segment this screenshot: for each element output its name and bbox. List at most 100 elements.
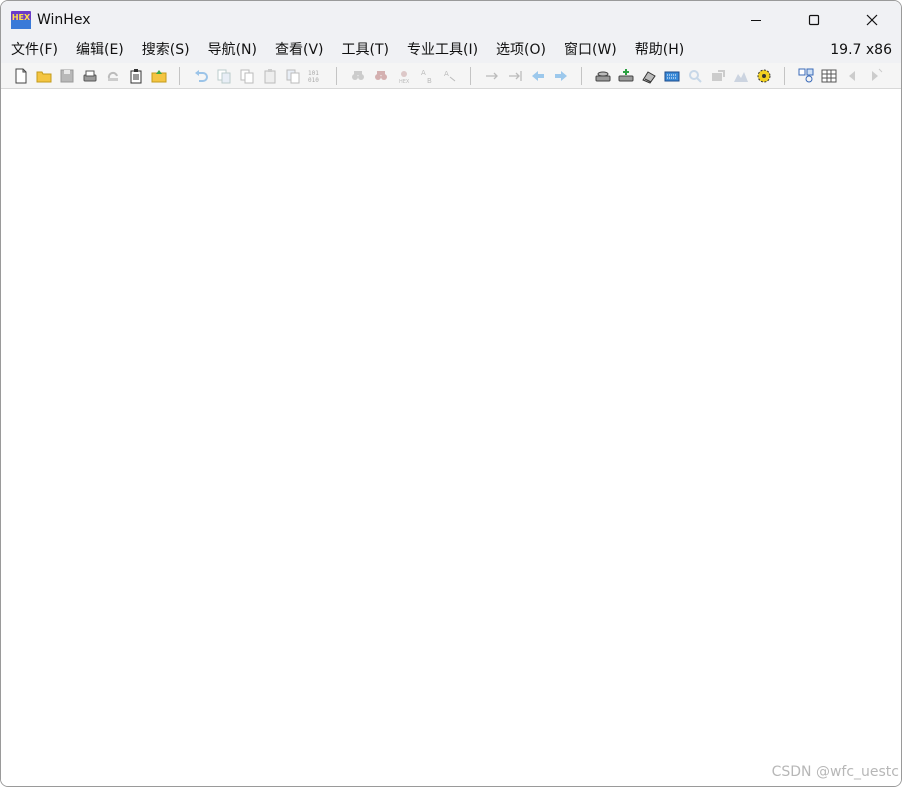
next-icon [871,68,882,81]
menu-file[interactable]: 文件(F) [1,38,67,63]
forward-icon [554,70,567,81]
goto-sector-icon [508,70,522,81]
menu-options[interactable]: 选项(O) [487,38,555,63]
toolbar-separator [470,66,471,85]
menu-navigation[interactable]: 导航(N) [199,38,266,63]
find-next-icon: A [444,70,455,81]
minimize-button[interactable] [727,1,785,38]
svg-text:A: A [421,69,426,77]
copy-button[interactable] [235,66,258,86]
version-label: 19.7 x86 [830,42,892,58]
open-memory-icon [641,70,656,84]
chart-icon [733,71,748,82]
binary-button[interactable]: 101 010 [304,66,327,86]
clone-disk-icon [618,68,633,81]
toolbar: 101 010 HEX AB A [1,63,901,89]
open-button[interactable] [32,66,55,86]
next-button[interactable] [863,66,886,86]
save-as-icon [83,70,96,81]
svg-text:A: A [444,70,449,78]
export-icon [151,69,166,82]
open-disk-icon [595,71,610,81]
paste-icon [264,68,275,83]
app-icon-text: HEX [12,13,31,22]
menu-bar: 文件(F) 编辑(E) 搜索(S) 导航(N) 查看(V) 工具(T) 专业工具… [1,38,901,63]
forward-button[interactable] [549,66,572,86]
binary-icon: 101010 [308,70,319,84]
analyze-button[interactable] [683,66,706,86]
back-button[interactable] [526,66,549,86]
save-button[interactable] [55,66,78,86]
svg-text:010: 010 [308,77,319,84]
export-button[interactable] [147,66,170,86]
toolbar-separator [784,66,785,85]
goto-offset-button[interactable] [480,66,503,86]
maximize-button[interactable] [785,1,843,38]
close-button[interactable] [843,1,901,38]
undo-button[interactable] [189,66,212,86]
settings-button[interactable] [752,66,775,86]
prev-icon [848,70,855,81]
properties-button[interactable] [124,66,147,86]
watermark: CSDN @wfc_uestc [771,764,899,780]
replace-hex-icon: AB [421,69,432,84]
tools-icon [798,68,813,82]
find-text-button[interactable] [346,66,369,86]
hash-button[interactable] [706,66,729,86]
copy-block-icon [286,69,299,83]
toolbar-separator [179,66,180,85]
copy-block-button[interactable] [281,66,304,86]
grid-button[interactable] [817,66,840,86]
close-icon [866,14,878,25]
open-disk-button[interactable] [591,66,614,86]
open-memory-button[interactable] [637,66,660,86]
menu-view[interactable]: 查看(V) [266,38,333,63]
menu-tools[interactable]: 工具(T) [333,38,398,63]
analyze-icon [688,69,702,83]
winhex-app-icon[interactable]: HEX [11,10,31,29]
clone-disk-button[interactable] [614,66,637,86]
menu-specialist-tools[interactable]: 专业工具(I) [398,38,487,63]
save-as-button[interactable] [78,66,101,86]
tools-button[interactable] [794,66,817,86]
hash-icon [711,69,725,81]
find-hex-button[interactable] [369,66,392,86]
find-text-icon [351,70,364,80]
back-icon [531,70,544,81]
toolbar-separator [581,66,582,85]
replace-hex-button[interactable]: AB [415,66,438,86]
menu-window[interactable]: 窗口(W) [555,38,626,63]
cut-button[interactable] [212,66,235,86]
find-hex-icon [374,70,387,80]
workspace-area[interactable] [1,90,901,786]
reload-icon [107,71,118,81]
goto-offset-icon [485,72,498,79]
svg-text:HEX: HEX [399,79,410,84]
replace-text-icon: HEX [399,70,410,84]
calculator-icon [664,71,679,81]
new-file-button[interactable] [9,66,32,86]
find-next-button[interactable]: A [438,66,461,86]
goto-sector-button[interactable] [503,66,526,86]
maximize-icon [808,14,820,25]
toolbar-separator [336,66,337,85]
paste-button[interactable] [258,66,281,86]
minimize-icon [751,19,761,21]
cut-icon [217,69,230,83]
prev-button[interactable] [840,66,863,86]
menu-help[interactable]: 帮助(H) [626,38,693,63]
properties-icon [130,68,141,83]
menu-edit[interactable]: 编辑(E) [67,38,133,63]
calculator-button[interactable] [660,66,683,86]
svg-text:B: B [427,77,432,84]
copy-icon [240,69,253,83]
window-title: WinHex [37,11,91,28]
undo-icon [194,69,208,82]
replace-text-button[interactable]: HEX [392,66,415,86]
title-bar[interactable]: HEX WinHex [1,1,901,38]
reload-button[interactable] [101,66,124,86]
svg-text:101: 101 [308,70,319,77]
menu-search[interactable]: 搜索(S) [133,38,199,63]
app-window: HEX WinHex 文件(F) 编辑(E) 搜索(S) 导航(N) 查看(V)… [0,0,902,787]
chart-button[interactable] [729,66,752,86]
